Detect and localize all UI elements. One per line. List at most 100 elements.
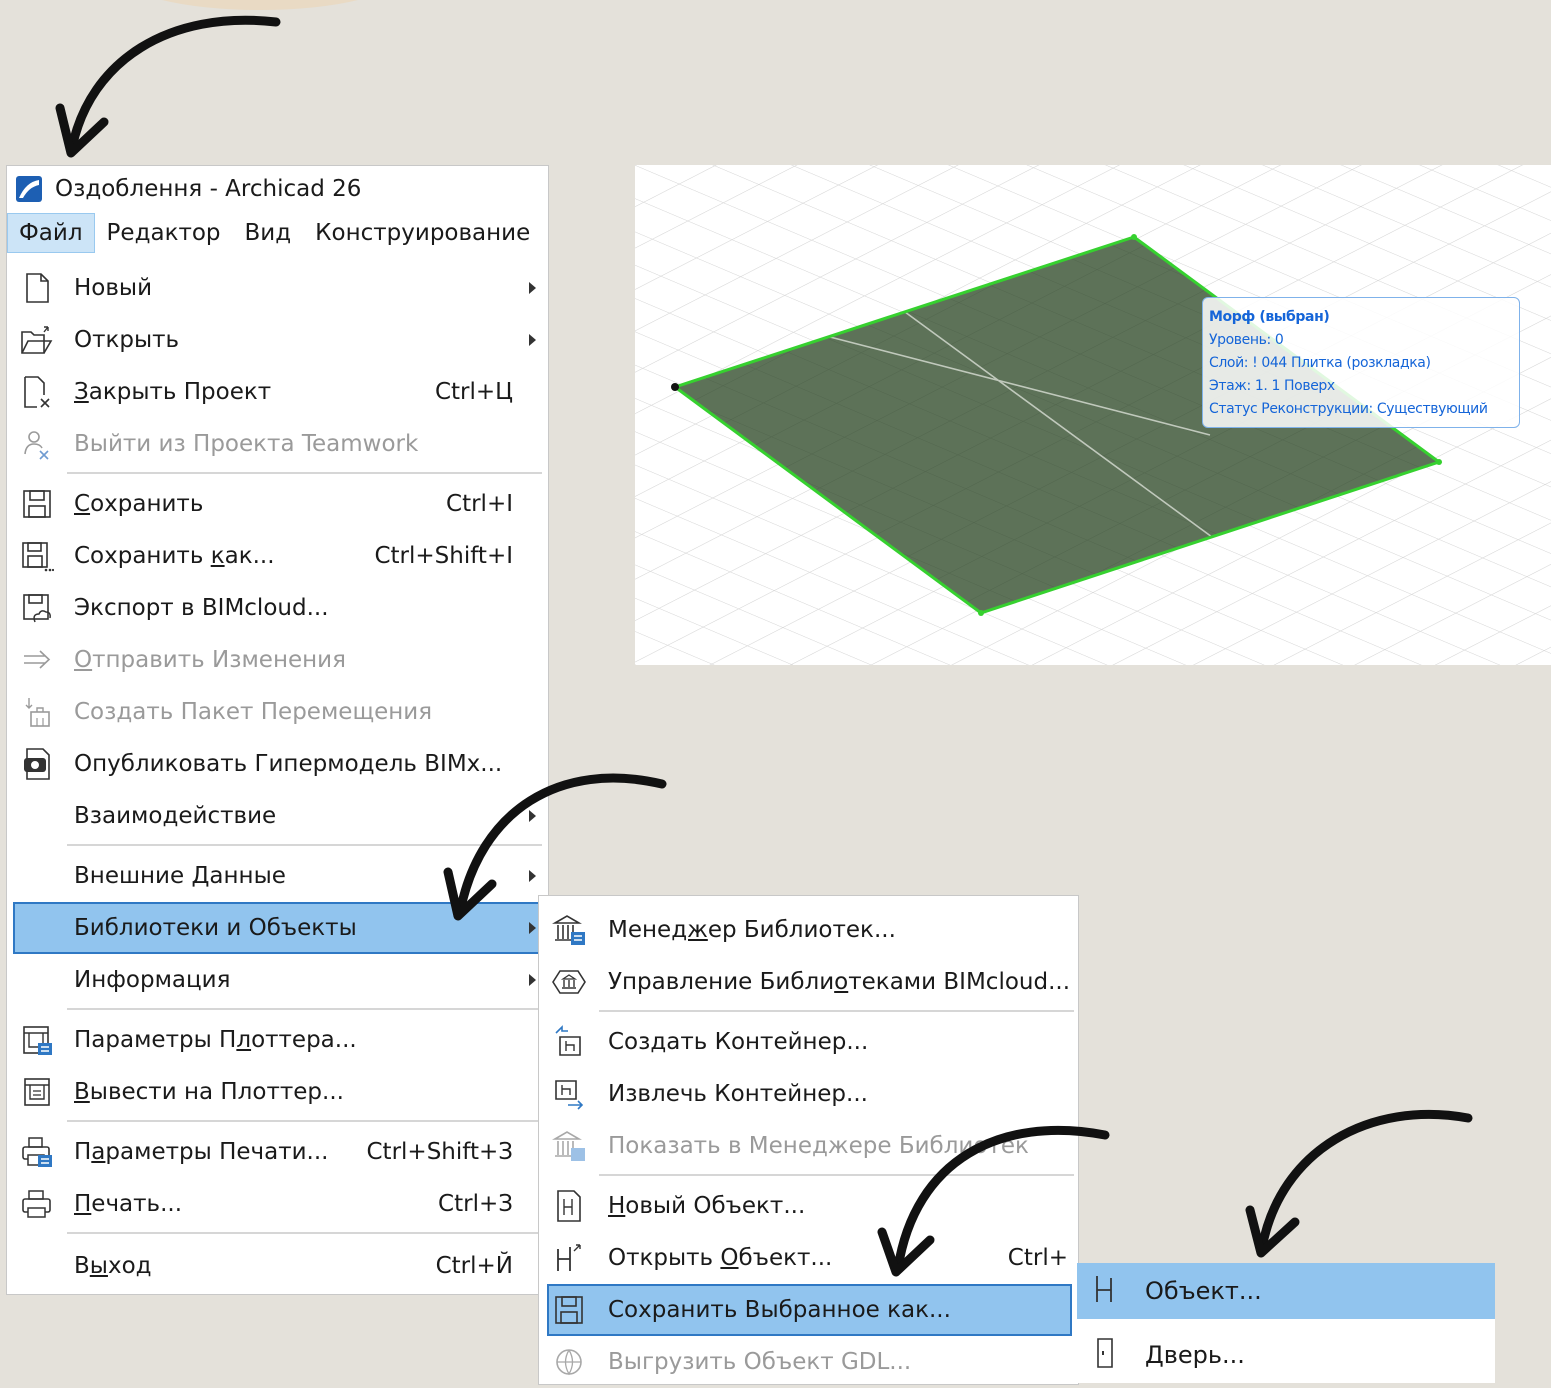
menu-view[interactable]: Вид [233, 214, 304, 252]
submenu-arrow-icon [529, 974, 536, 986]
submenu-arrow-icon [529, 810, 536, 822]
menu-item-open[interactable]: Открыть [13, 314, 543, 366]
new-object-icon [551, 1188, 587, 1224]
shortcut-label: Ctrl+ [1007, 1245, 1068, 1271]
menu-item-label: Извлечь Контейнер... [608, 1081, 868, 1107]
submenu-item-export-gdl: Выгрузить Объект GDL... [547, 1336, 1072, 1388]
menu-edit[interactable]: Редактор [95, 214, 233, 252]
menu-item-label: Библиотеки и Объекты [74, 915, 357, 941]
menu-separator [599, 1010, 1074, 1012]
plotter-icon [19, 1074, 55, 1110]
shortcut-label: Ctrl+І [446, 491, 513, 517]
3d-viewport[interactable]: Морф (выбран) Уровень: 0 Слой: ! 044 Пли… [635, 165, 1551, 665]
morph-vertex[interactable] [1436, 459, 1442, 465]
menu-item-save-as[interactable]: Сохранить как... Ctrl+Shift+І [13, 530, 543, 582]
menu-separator [67, 1008, 542, 1010]
menu-item-label: Менеджер Библиотек... [608, 917, 896, 943]
menu-item-label: Открыть [74, 327, 180, 353]
menu-item-info[interactable]: Информация [13, 954, 543, 1006]
menu-item-label: Информация [74, 967, 231, 993]
menu-item-new[interactable]: Новый [13, 262, 543, 314]
menu-item-label: Создать Контейнер... [608, 1029, 869, 1055]
new-document-icon [19, 270, 55, 306]
shortcut-label: Ctrl+Shift+З [366, 1139, 514, 1165]
menu-item-send-changes: Отправить Изменения [13, 634, 543, 686]
submenu-item-object[interactable]: Объект... [1077, 1263, 1495, 1319]
open-object-icon [551, 1240, 587, 1276]
menu-item-exit[interactable]: Выход Ctrl+Й [13, 1240, 543, 1292]
tooltip-level: Уровень: 0 [1209, 332, 1284, 348]
menu-item-close-project[interactable]: Закрыть Проект Ctrl+Ц [13, 366, 543, 418]
menu-item-label: Экспорт в BIMcloud... [74, 595, 329, 621]
menu-item-interoperability[interactable]: Взаимодействие [13, 790, 543, 842]
menu-separator [67, 1120, 542, 1122]
menu-item-label: Сохранить [74, 491, 204, 517]
submenu-arrow-icon [529, 922, 536, 934]
printer-icon [19, 1186, 55, 1222]
shortcut-label: Ctrl+Й [435, 1253, 513, 1279]
morph-vertex[interactable] [978, 610, 984, 616]
submenu-item-create-container[interactable]: Создать Контейнер... [547, 1016, 1072, 1068]
menu-item-publish-bimx[interactable]: Опубликовать Гипермодель BIMx... [13, 738, 543, 790]
export-bimcloud-icon [19, 590, 55, 626]
submenu-item-new-object[interactable]: Новый Объект... [547, 1180, 1072, 1232]
menu-item-plot[interactable]: Вывести на Плоттер... [13, 1066, 543, 1118]
submenu-item-door[interactable]: Дверь... [1077, 1327, 1495, 1383]
annotation-arrow-4 [1257, 1109, 1473, 1253]
shortcut-label: Ctrl+Ц [434, 379, 513, 405]
menu-item-label: Новый Объект... [608, 1193, 806, 1219]
menu-item-leave-teamwork: Выйти из Проекта Teamwork [13, 418, 543, 470]
morph-vertex[interactable] [671, 383, 679, 391]
door-icon [1087, 1335, 1123, 1371]
menu-file[interactable]: Файл [7, 213, 95, 253]
archicad-logo-icon [16, 176, 42, 202]
submenu-item-bimcloud-libraries[interactable]: Управление Библиотеками BIMcloud... [547, 956, 1072, 1008]
tooltip-title: Морф (выбран) [1209, 309, 1330, 325]
menu-item-label: Взаимодействие [74, 803, 277, 829]
save-disk-icon [19, 486, 55, 522]
tooltip-layer: Слой: ! 044 Плитка (розкладка) [1209, 355, 1431, 371]
leave-teamwork-icon [19, 426, 55, 462]
title-bar: Оздоблення - Archicad 26 [7, 166, 548, 212]
menu-item-label: Закрыть Проект [74, 379, 272, 405]
menu-item-libraries-objects[interactable]: Библиотеки и Объекты [13, 902, 543, 954]
menu-item-label: Параметры Печати... [74, 1139, 329, 1165]
submenu-item-extract-container[interactable]: Извлечь Контейнер... [547, 1068, 1072, 1120]
menu-item-label: Дверь... [1145, 1341, 1245, 1369]
menu-separator [67, 472, 542, 474]
tooltip-status: Статус Реконструкции: Существующий [1209, 401, 1488, 417]
menu-item-external-data[interactable]: Внешние Данные [13, 850, 543, 902]
submenu-item-save-selection-as[interactable]: Сохранить Выбранное как... [547, 1284, 1072, 1336]
menu-item-create-package: Создать Пакет Перемещения [13, 686, 543, 738]
window-title: Оздоблення - Archicad 26 [55, 176, 362, 202]
morph-vertex[interactable] [1131, 234, 1137, 240]
libraries-submenu: Менеджер Библиотек... Управление Библиот… [538, 895, 1079, 1385]
menu-design[interactable]: Конструирование [303, 214, 542, 252]
submenu-arrow-icon [529, 334, 536, 346]
menu-item-label: Новый [74, 275, 153, 301]
menu-item-label: Выгрузить Объект GDL... [608, 1349, 912, 1375]
menu-item-plotter-setup[interactable]: Параметры Плоттера... [13, 1014, 543, 1066]
menu-item-label: Выйти из Проекта Teamwork [74, 431, 419, 457]
menu-item-print[interactable]: Печать... Ctrl+З [13, 1178, 543, 1230]
menu-item-label: Сохранить Выбранное как... [608, 1297, 951, 1323]
menu-item-label: Параметры Плоттера... [74, 1027, 357, 1053]
create-container-icon [551, 1024, 587, 1060]
menu-item-label: Печать... [74, 1191, 183, 1217]
shortcut-label: Ctrl+З [438, 1191, 513, 1217]
export-gdl-icon [551, 1344, 587, 1380]
save-selection-submenu: Объект... Дверь... [1077, 1263, 1495, 1383]
save-disk-icon [551, 1292, 587, 1328]
menu-item-export-bimcloud[interactable]: Экспорт в BIMcloud... [13, 582, 543, 634]
bimx-icon [19, 746, 55, 782]
tooltip-story: Этаж: 1. 1 Поверх [1209, 378, 1335, 394]
menu-item-label: Отправить Изменения [74, 647, 346, 673]
object-chair-icon [1087, 1271, 1123, 1307]
menu-item-label: Опубликовать Гипермодель BIMx... [74, 751, 503, 777]
submenu-item-open-object[interactable]: Открыть Объект... Ctrl+ [547, 1232, 1072, 1284]
menu-item-save[interactable]: Сохранить Ctrl+І [13, 478, 543, 530]
submenu-item-library-manager[interactable]: Менеджер Библиотек... [547, 904, 1072, 956]
submenu-item-show-in-manager: Показать в Менеджере Библиотек [547, 1120, 1072, 1172]
menu-item-label: Показать в Менеджере Библиотек [608, 1133, 1029, 1159]
menu-item-print-setup[interactable]: Параметры Печати... Ctrl+Shift+З [13, 1126, 543, 1178]
